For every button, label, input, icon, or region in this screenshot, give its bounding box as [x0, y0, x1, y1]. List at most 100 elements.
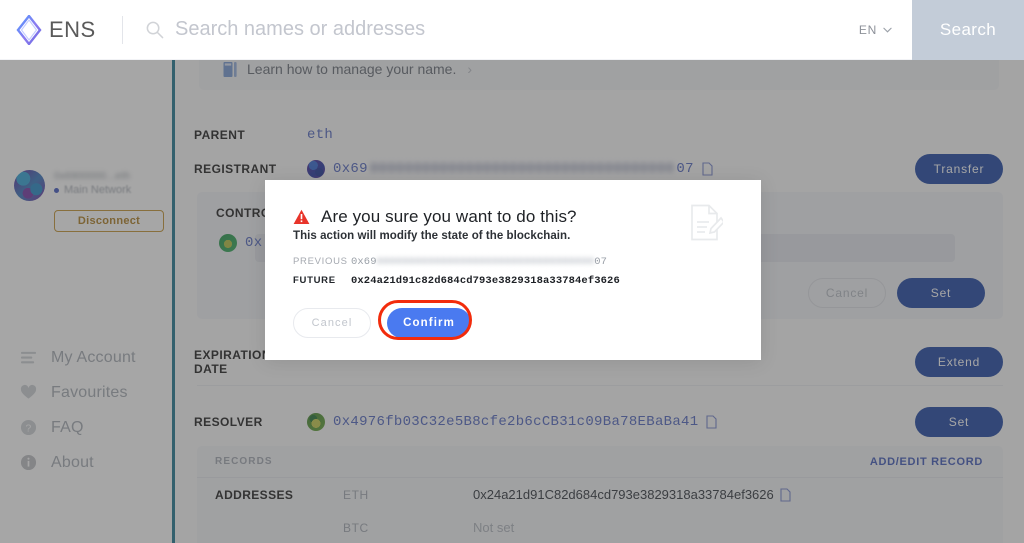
account-name: 0x6900000...eth: [54, 171, 131, 182]
controller-value: 0x: [219, 234, 262, 252]
transfer-button[interactable]: Transfer: [915, 154, 1003, 184]
controller-actions: Cancel Set: [808, 278, 985, 308]
records-card: RECORDS ADD/EDIT RECORD ADDRESSES ETH 0x…: [197, 446, 1003, 543]
record-key: BTC: [343, 520, 369, 535]
info-circle-icon: [20, 454, 37, 471]
modal-title: Are you sure you want to do this?: [321, 207, 577, 226]
modal-actions: Cancel Confirm: [293, 300, 475, 341]
copy-icon[interactable]: [780, 487, 791, 502]
sidebar-item-faq[interactable]: ? FAQ: [20, 410, 170, 445]
record-row-eth: ADDRESSES ETH 0x24a21d91C82d684cd793e382…: [197, 478, 1003, 511]
sidebar-item-my-account[interactable]: My Account: [20, 340, 170, 375]
record-key: ETH: [343, 487, 369, 502]
registrant-blockie-icon: [307, 160, 325, 178]
sidebar-item-about[interactable]: About: [20, 445, 170, 480]
search-area: [145, 0, 839, 59]
record-row-btc: BTC Not set: [197, 511, 1003, 543]
registrant-label: REGISTRANT: [194, 162, 277, 176]
sidebar-item-label: Favourites: [51, 383, 128, 401]
banner-caret-icon: ›: [467, 61, 473, 77]
modal-subtitle: This action will modify the state of the…: [293, 230, 571, 242]
modal-title-row: Are you sure you want to do this?: [265, 180, 761, 227]
heart-icon: [20, 384, 37, 399]
registrant-address-prefix[interactable]: 0x69: [333, 161, 368, 177]
sidebar-nav: My Account Favourites ? FAQ About: [20, 340, 170, 480]
future-label: FUTURE: [293, 275, 336, 286]
account-row: 0x6900000...eth Main Network: [14, 170, 164, 201]
resolver-value: 0x4976fb03C32e5B8cfe2b6cCB31c09Ba78EBaBa…: [307, 413, 718, 431]
modal-confirm-button[interactable]: Confirm: [387, 308, 471, 338]
resolver-label: RESOLVER: [194, 415, 263, 429]
account-avatar: [14, 170, 45, 201]
search-button[interactable]: Search: [912, 0, 1024, 60]
previous-address-row: PREVIOUS 0x69000000000000000000000000000…: [293, 256, 761, 275]
controller-set-button[interactable]: Set: [897, 278, 985, 308]
search-input[interactable]: [175, 18, 839, 41]
app-header: ENS EN Search: [0, 0, 1024, 60]
warning-triangle-icon: [293, 209, 310, 224]
ens-logo[interactable]: ENS: [0, 14, 104, 45]
manage-name-banner[interactable]: Learn how to manage your name. ›: [199, 60, 999, 90]
account-panel: 0x6900000...eth Main Network Disconnect: [14, 170, 164, 232]
resolver-row: RESOLVER 0x4976fb03C32e5B8cfe2b6cCB31c09…: [175, 407, 1024, 437]
language-selector[interactable]: EN: [839, 23, 912, 37]
sidebar-item-label: My Account: [51, 348, 136, 366]
future-address-row: FUTURE 0x24a21d91c82d684cd793e3829318a33…: [293, 275, 761, 294]
registrant-value: 0x69 00000000000000000000000000000000000…: [307, 160, 713, 178]
brand-text: ENS: [49, 16, 96, 42]
previous-suffix: 07: [594, 256, 608, 268]
addresses-label: ADDRESSES: [215, 487, 294, 502]
ens-diamond-logo-icon: [16, 14, 42, 45]
registrant-row: REGISTRANT 0x69 000000000000000000000000…: [175, 154, 1024, 184]
parent-value[interactable]: eth: [307, 127, 333, 143]
resolver-set-button[interactable]: Set: [915, 407, 1003, 437]
registrant-address-redacted: 00000000000000000000000000000000000: [369, 161, 675, 177]
previous-redacted: 0000000000000000000000000000000000: [376, 256, 595, 268]
header-divider: [122, 15, 123, 44]
banner-text: Learn how to manage your name.: [247, 61, 457, 77]
language-label: EN: [858, 22, 877, 37]
add-edit-record-button[interactable]: ADD/EDIT RECORD: [870, 456, 983, 468]
document-edit-icon: [691, 204, 723, 241]
controller-address[interactable]: 0x: [245, 235, 262, 251]
records-header: RECORDS ADD/EDIT RECORD: [197, 446, 1003, 478]
list-lines-icon: [20, 351, 37, 364]
controller-blockie-icon: [219, 234, 237, 252]
copy-icon[interactable]: [706, 415, 718, 429]
registrant-address-suffix[interactable]: 07: [676, 161, 693, 177]
sidebar: 0x6900000...eth Main Network Disconnect: [0, 60, 172, 543]
parent-row: PARENT eth: [175, 122, 1024, 148]
modal-cancel-button[interactable]: Cancel: [293, 308, 371, 338]
book-icon: [223, 61, 237, 77]
disconnect-button[interactable]: Disconnect: [54, 210, 164, 232]
question-circle-icon: ?: [20, 419, 37, 436]
address-change-list: PREVIOUS 0x69000000000000000000000000000…: [265, 242, 761, 294]
resolver-blockie-icon: [307, 413, 325, 431]
ens-app-window: ENS EN Search 0x6900000...e: [0, 0, 1024, 543]
sidebar-item-label: FAQ: [51, 418, 84, 436]
network-label: Main Network: [64, 184, 132, 196]
confirm-button-wrapper: Confirm: [378, 300, 475, 341]
sidebar-item-favourites[interactable]: Favourites: [20, 375, 170, 410]
record-value-text: Not set: [473, 520, 515, 535]
record-value-text[interactable]: 0x24a21d91C82d684cd793e3829318a33784ef36…: [473, 487, 774, 502]
records-title: RECORDS: [215, 456, 273, 467]
divider-line: [197, 385, 1003, 386]
svg-text:?: ?: [26, 423, 32, 434]
network-status-dot: [54, 187, 59, 193]
extend-button[interactable]: Extend: [915, 347, 1003, 377]
previous-label: PREVIOUS: [293, 256, 348, 267]
network-row: Main Network: [54, 184, 131, 196]
search-icon: [146, 21, 164, 39]
resolver-address[interactable]: 0x4976fb03C32e5B8cfe2b6cCB31c09Ba78EBaBa…: [333, 414, 698, 430]
parent-label: PARENT: [194, 128, 246, 142]
copy-icon[interactable]: [702, 162, 713, 176]
chevron-down-icon: [883, 27, 892, 33]
previous-prefix: 0x69: [351, 256, 377, 268]
confirm-modal: Are you sure you want to do this? This a…: [265, 180, 761, 360]
previous-value: 0x69000000000000000000000000000000000007: [351, 256, 607, 268]
record-value: 0x24a21d91C82d684cd793e3829318a33784ef36…: [473, 487, 791, 502]
future-value: 0x24a21d91c82d684cd793e3829318a33784ef36…: [351, 275, 620, 287]
sidebar-item-label: About: [51, 453, 94, 471]
controller-cancel-button[interactable]: Cancel: [808, 278, 886, 308]
